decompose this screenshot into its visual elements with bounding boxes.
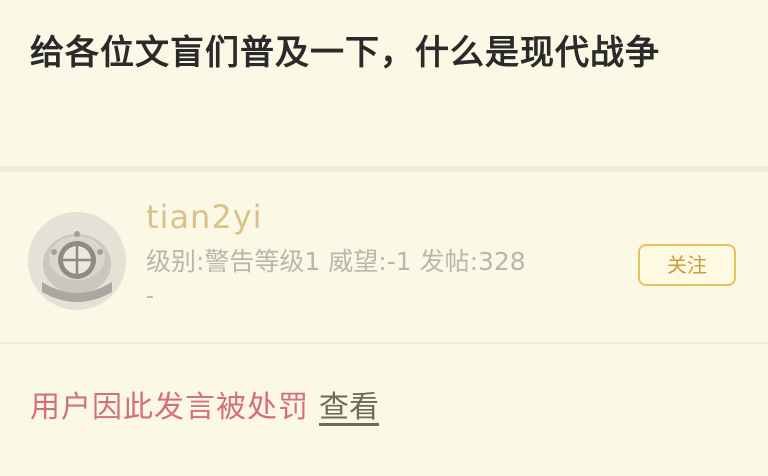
- view-penalty-link[interactable]: 查看: [319, 390, 379, 425]
- username[interactable]: tian2yi: [146, 198, 263, 236]
- section-divider-thin: [0, 342, 768, 344]
- user-card: tian2yi 级别:警告等级1 威望:-1 发帖:328 - 关注: [0, 172, 768, 342]
- user-meta: 级别:警告等级1 威望:-1 发帖:328: [146, 247, 526, 276]
- penalty-notice: 用户因此发言被处罚 查看: [30, 382, 379, 426]
- avatar[interactable]: [28, 212, 126, 310]
- follow-button[interactable]: 关注: [638, 244, 736, 286]
- penalty-notice-text: 用户因此发言被处罚: [30, 390, 309, 425]
- user-meta-extra: -: [146, 284, 154, 309]
- diving-helmet-icon: [28, 212, 126, 310]
- post-title: 给各位文盲们普及一下，什么是现代战争: [30, 33, 660, 73]
